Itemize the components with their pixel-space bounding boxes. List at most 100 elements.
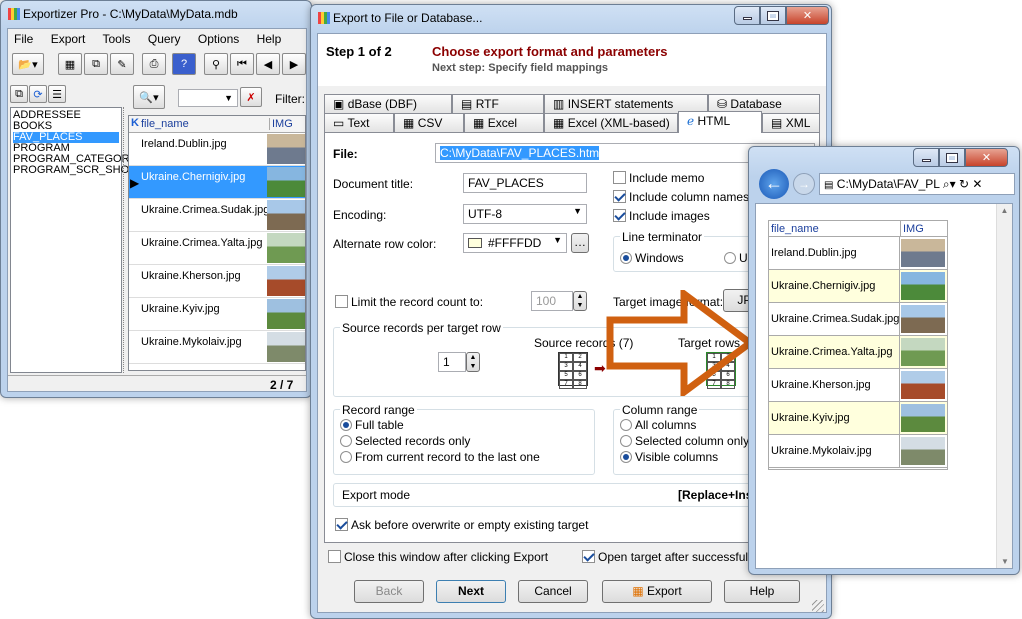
filter-combo[interactable]: ▼ — [178, 89, 238, 107]
file-label: File: — [333, 147, 358, 161]
close-icon: ✕ — [972, 177, 983, 191]
encoding-select[interactable]: UTF-8 ▼ — [463, 204, 587, 224]
source-grid-icon: 12 34 56 78 — [558, 352, 588, 389]
resize-grip-icon[interactable] — [812, 600, 824, 612]
ask-overwrite-checkbox[interactable]: Ask before overwrite or empty existing t… — [335, 518, 588, 532]
clear-button[interactable]: ✎ — [110, 53, 134, 75]
cancel-button[interactable]: Cancel — [518, 580, 588, 603]
grid-header-img[interactable]: IMG — [269, 118, 293, 130]
close-after-checkbox[interactable]: Close this window after clicking Export — [328, 550, 548, 564]
tab-html[interactable]: ℯ HTML — [678, 111, 762, 133]
tab-excel-xml[interactable]: ▦ Excel (XML-based) — [544, 113, 678, 132]
cr-all-radio[interactable]: All columns — [620, 418, 696, 432]
grid-row[interactable]: Ukraine.Kyiv.jpg — [129, 298, 305, 331]
rr-selected-radio[interactable]: Selected records only — [340, 434, 470, 448]
include-memo-checkbox[interactable]: Include memo — [613, 171, 704, 185]
limit-checkbox[interactable]: Limit the record count to: — [335, 295, 483, 309]
menu-tools[interactable]: Tools — [103, 32, 131, 46]
alt-color-select[interactable]: #FFFFDD ▼ — [463, 233, 567, 253]
doc-title-input[interactable]: FAV_PLACES — [463, 173, 587, 193]
limit-input[interactable]: 100 — [531, 291, 573, 311]
cr-visible-radio[interactable]: Visible columns — [620, 450, 718, 464]
export-button[interactable]: ▦ Export — [602, 580, 712, 603]
menu-help[interactable]: Help — [257, 32, 282, 46]
refresh-icon[interactable]: ⟳ — [29, 85, 47, 103]
alt-color-label: Alternate row color: — [333, 237, 437, 251]
grid-row[interactable]: Ukraine.Chernigiv.jpg ▶ — [129, 166, 305, 199]
export-mode-label: Export mode — [342, 488, 411, 502]
address-text: C:\MyData\FAV_PL — [836, 177, 940, 191]
minimize-button[interactable] — [734, 6, 760, 25]
menu-export[interactable]: Export — [51, 32, 86, 46]
rr-full-radio[interactable]: Full table — [340, 418, 404, 432]
export-mode-value[interactable]: [Replace+Ins — [678, 488, 752, 502]
grid-cell-file-name: Ukraine.Kyiv.jpg — [141, 303, 220, 315]
app-icon — [8, 8, 20, 20]
menu-file[interactable]: File — [14, 32, 33, 46]
line-term-windows-radio[interactable]: Windows — [620, 251, 684, 265]
table-item-program-scr-shot[interactable]: PROGRAM_SCR_SHOT — [13, 165, 136, 176]
rr-current-radio[interactable]: From current record to the last one — [340, 450, 540, 464]
search-button[interactable]: 🔍▾ — [133, 85, 165, 109]
print-button[interactable]: ⎙ — [142, 53, 166, 75]
grid-row[interactable]: Ukraine.Mykolaiv.jpg — [129, 331, 305, 364]
help-button[interactable]: ? — [172, 53, 196, 75]
record-range-label: Record range — [340, 403, 417, 417]
splitter[interactable] — [123, 107, 127, 373]
dialog-title: Export to File or Database... — [333, 11, 483, 25]
list-icon[interactable]: ☰ — [48, 85, 66, 103]
src-per-target-spinner[interactable]: ▲ ▼ — [466, 352, 480, 372]
menu-query[interactable]: Query — [148, 32, 181, 46]
open-folder-button[interactable]: 📂▾ — [12, 53, 44, 75]
tab-xml[interactable]: ▤ XML — [762, 113, 820, 132]
menu-options[interactable]: Options — [198, 32, 239, 46]
grid-row[interactable]: Ukraine.Crimea.Yalta.jpg — [129, 232, 305, 265]
grid-view-button[interactable]: ▦ — [58, 53, 82, 75]
forward-nav-icon[interactable]: → — [793, 173, 815, 195]
tab-text[interactable]: ▭ Text — [324, 113, 394, 132]
address-bar[interactable]: ▤ C:\MyData\FAV_PL ⌕▾ ↻ ✕ — [819, 173, 1015, 195]
grid-header-file-name[interactable]: file_name — [141, 118, 189, 130]
browser-minimize-button[interactable] — [913, 148, 939, 167]
prev-record-button[interactable]: ◀ — [256, 53, 280, 75]
main-window: Exportizer Pro - C:\MyData\MyData.mdb Fi… — [0, 0, 312, 398]
database-icon: ⛁ — [717, 97, 728, 111]
close-button[interactable]: ✕ — [786, 6, 829, 25]
back-button[interactable]: Back — [354, 580, 424, 603]
browser-close-button[interactable]: ✕ — [965, 148, 1008, 167]
include-images-checkbox[interactable]: Include images — [613, 209, 710, 223]
scrollbar[interactable]: ▲ ▼ — [996, 204, 1012, 568]
next-record-button[interactable]: ▶ — [282, 53, 306, 75]
browser-caption-buttons: ✕ — [913, 148, 1008, 167]
maximize-button[interactable] — [760, 6, 786, 25]
src-per-target-input[interactable]: 1 — [438, 352, 466, 372]
html-image-thumbnail — [901, 437, 945, 465]
color-picker-button[interactable]: … — [571, 233, 589, 253]
html-image-thumbnail — [901, 404, 945, 432]
record-range-group: Record range Full table Selected records… — [333, 403, 595, 475]
cr-selected-radio[interactable]: Selected column only — [620, 434, 749, 448]
browser-maximize-button[interactable] — [939, 148, 965, 167]
help-dialog-button[interactable]: Help — [724, 580, 800, 603]
html-cell-file-name: Ukraine.Crimea.Yalta.jpg — [771, 346, 893, 358]
include-colnames-checkbox[interactable]: Include column names — [613, 190, 749, 204]
limit-spinner[interactable]: ▲ ▼ — [573, 291, 587, 311]
xml-icon: ▤ — [771, 116, 783, 130]
tab-csv[interactable]: ▦ CSV — [394, 113, 464, 132]
grid-row[interactable]: Ukraine.Kherson.jpg — [129, 265, 305, 298]
html-image-thumbnail — [901, 371, 945, 399]
open-after-checkbox[interactable]: Open target after successful exp — [582, 550, 771, 564]
back-nav-icon[interactable]: ← — [759, 169, 789, 199]
copy-icon[interactable]: ⧉ — [10, 85, 28, 103]
sql-button[interactable]: ⚲ — [204, 53, 228, 75]
tab-dbase[interactable]: ▣ dBase (DBF) — [324, 94, 452, 113]
grid-row[interactable]: Ukraine.Crimea.Sudak.jpg — [129, 199, 305, 232]
html-image-thumbnail — [901, 272, 945, 300]
tab-excel[interactable]: ▦ Excel — [464, 113, 544, 132]
clear-filter-button[interactable]: ✗ — [240, 87, 262, 107]
next-button[interactable]: Next — [436, 580, 506, 603]
grid-row[interactable]: Ireland.Dublin.jpg — [129, 133, 305, 166]
first-record-button[interactable]: ⏮ — [230, 53, 254, 75]
tab-rtf[interactable]: ▤ RTF — [452, 94, 544, 113]
copy-button[interactable]: ⧉ — [84, 53, 108, 75]
